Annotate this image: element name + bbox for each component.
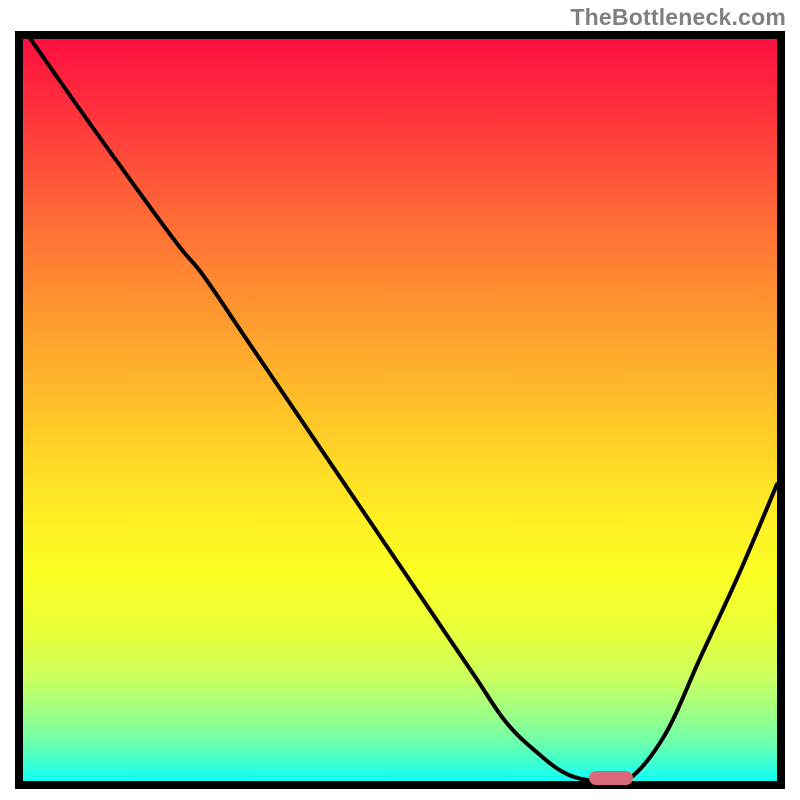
optimal-marker [589,771,633,785]
watermark-text: TheBottleneck.com [570,4,786,31]
bottleneck-curve [23,39,777,781]
chart-frame [15,31,785,789]
